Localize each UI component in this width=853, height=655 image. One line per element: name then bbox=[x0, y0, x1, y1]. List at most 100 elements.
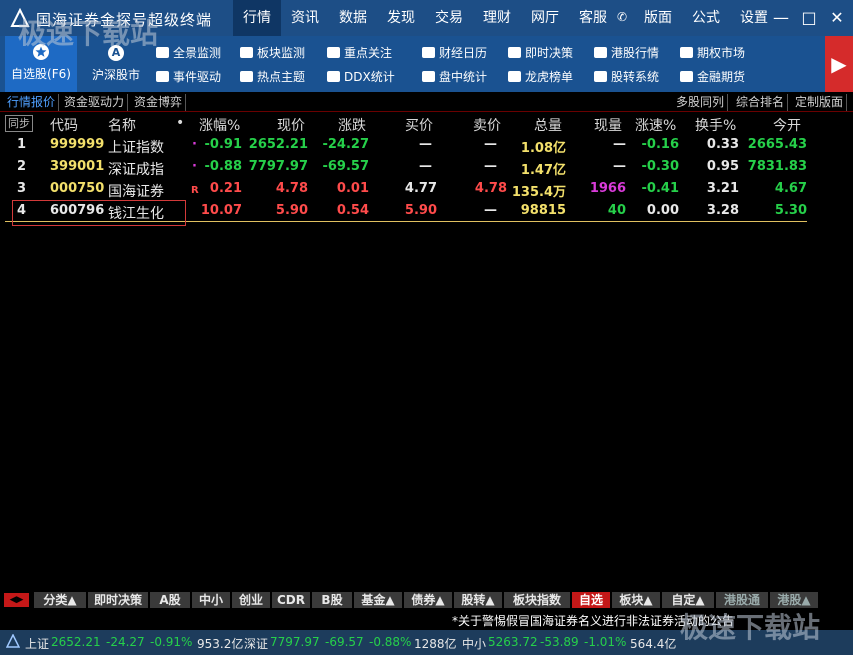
ask-price: 4.78 bbox=[474, 181, 507, 196]
menu-service[interactable]: 客服 bbox=[569, 0, 617, 36]
btab-neeq[interactable]: 股转▲ bbox=[454, 592, 502, 608]
btab-instant-decision[interactable]: 即时决策 bbox=[88, 592, 148, 608]
tab-capital-drive[interactable]: 资金驱动力 bbox=[61, 94, 129, 111]
neeq-system-button[interactable]: 股转系统 bbox=[594, 67, 659, 87]
hk-quotes-button[interactable]: 港股行情 bbox=[594, 43, 659, 63]
panorama-monitor-button[interactable]: 全景监测 bbox=[156, 43, 221, 63]
header-open[interactable]: 今开 bbox=[773, 115, 801, 135]
open-price: 7831.83 bbox=[747, 159, 807, 174]
sme-index-change: -53.89 bbox=[540, 635, 579, 649]
menu-news[interactable]: 资讯 bbox=[281, 0, 329, 36]
header-speed[interactable]: 涨速% bbox=[635, 115, 676, 135]
header-name[interactable]: 名称 bbox=[108, 115, 136, 135]
open-price: 5.30 bbox=[774, 203, 807, 218]
tab-multi-stock[interactable]: 多股同列 bbox=[673, 94, 729, 111]
btab-bond[interactable]: 债券▲ bbox=[404, 592, 452, 608]
finance-calendar-button[interactable]: 财经日历 bbox=[422, 43, 487, 63]
btab-sme[interactable]: 中小 bbox=[192, 592, 230, 608]
financial-futures-button[interactable]: 金融期货 bbox=[680, 67, 745, 87]
sz-index-pct: -0.88% bbox=[369, 635, 412, 649]
volume: 1.08亿 bbox=[520, 141, 566, 156]
event-driven-button[interactable]: 事件驱动 bbox=[156, 67, 221, 87]
btab-sector-index[interactable]: 板块指数 bbox=[504, 592, 570, 608]
event-driven-label: 事件驱动 bbox=[173, 70, 222, 84]
turnover: 3.28 bbox=[706, 203, 739, 218]
btab-cdr[interactable]: CDR bbox=[272, 592, 310, 608]
header-turnover[interactable]: 换手% bbox=[695, 115, 736, 135]
intraday-stats-button[interactable]: 盘中统计 bbox=[422, 67, 487, 87]
phone-icon[interactable]: ✆ bbox=[617, 10, 631, 24]
header-price[interactable]: 现价 bbox=[277, 115, 305, 135]
turnover: 0.95 bbox=[706, 159, 739, 174]
table-row[interactable]: 3 000750 国海证券 R 0.21 4.78 0.01 4.77 4.78… bbox=[0, 179, 853, 201]
price: 2652.21 bbox=[248, 137, 308, 152]
key-focus-button[interactable]: 重点关注 bbox=[327, 43, 392, 63]
sector-monitor-button[interactable]: 板块监测 bbox=[240, 43, 305, 63]
header-bid[interactable]: 买价 bbox=[405, 115, 433, 135]
options-market-button[interactable]: 期权市场 bbox=[680, 43, 745, 63]
sh-sz-market-label: 沪深股市 bbox=[91, 68, 140, 82]
open-price: 2665.43 bbox=[747, 137, 807, 152]
menu-market[interactable]: 行情 bbox=[233, 0, 281, 36]
menu-trade[interactable]: 交易 bbox=[425, 0, 473, 36]
tab-scroll-arrows-icon[interactable]: ◀▶ bbox=[4, 593, 29, 607]
speed: -0.30 bbox=[641, 159, 679, 174]
minimize-button[interactable]: — bbox=[767, 0, 795, 36]
header-code[interactable]: 代码 bbox=[50, 115, 78, 135]
turnover: 0.33 bbox=[706, 137, 739, 152]
change-pct: -0.88 bbox=[204, 159, 242, 174]
sync-button[interactable]: 同步 bbox=[5, 115, 33, 132]
header-current-vol[interactable]: 现量 bbox=[594, 115, 622, 135]
ask-price: — bbox=[484, 137, 497, 152]
ask-price: — bbox=[484, 159, 497, 174]
price: 7797.97 bbox=[248, 159, 308, 174]
header-change[interactable]: 涨跌 bbox=[338, 115, 366, 135]
options-market-label: 期权市场 bbox=[697, 46, 746, 60]
close-button[interactable]: ✕ bbox=[823, 0, 851, 36]
change: -24.27 bbox=[322, 137, 369, 152]
sh-index-pct: -0.91% bbox=[150, 635, 193, 649]
row-index: 3 bbox=[17, 181, 27, 196]
btab-watchlist[interactable]: 自选 bbox=[572, 592, 610, 608]
header-ask[interactable]: 卖价 bbox=[473, 115, 501, 135]
tab-custom-layout[interactable]: 定制版面 bbox=[792, 94, 848, 111]
menu-layout[interactable]: 版面 bbox=[634, 0, 682, 36]
favorites-label: 自选股(F6) bbox=[11, 67, 71, 81]
btab-chinext[interactable]: 创业 bbox=[232, 592, 270, 608]
quote-table-header: 同步 代码 名称 • 涨幅% 现价 涨跌 买价 卖价 总量 现量 涨速% 换手%… bbox=[0, 113, 853, 135]
menu-finance[interactable]: 理财 bbox=[473, 0, 521, 36]
btab-b-share[interactable]: B股 bbox=[312, 592, 352, 608]
tab-quotes[interactable]: 行情报价 bbox=[4, 94, 60, 111]
instant-decision-button[interactable]: 即时决策 bbox=[508, 43, 573, 63]
menu-online-hall[interactable]: 网厅 bbox=[521, 0, 569, 36]
header-volume[interactable]: 总量 bbox=[534, 115, 562, 135]
stock-name: 上证指数 bbox=[108, 140, 164, 156]
sme-index-pct: -1.01% bbox=[584, 635, 627, 649]
hot-topics-button[interactable]: 热点主题 bbox=[240, 67, 305, 87]
btab-fund[interactable]: 基金▲ bbox=[354, 592, 402, 608]
connection-icon[interactable] bbox=[6, 634, 20, 648]
ddx-stats-button[interactable]: DDX统计 bbox=[327, 67, 395, 87]
sector-monitor-label: 板块监测 bbox=[257, 46, 306, 60]
header-flag[interactable]: • bbox=[176, 115, 184, 131]
menu-data[interactable]: 数据 bbox=[329, 0, 377, 36]
btab-category[interactable]: 分类▲ bbox=[34, 592, 86, 608]
btab-sector[interactable]: 板块▲ bbox=[612, 592, 660, 608]
table-row[interactable]: 1 999999 上证指数 · -0.91 2652.21 -24.27 — —… bbox=[0, 135, 853, 157]
tab-capital-game[interactable]: 资金博弈 bbox=[131, 94, 187, 111]
header-change-pct[interactable]: 涨幅% bbox=[199, 115, 240, 135]
tab-ranking[interactable]: 综合排名 bbox=[733, 94, 789, 111]
toolbar-expand-button[interactable]: ▶ bbox=[825, 36, 853, 92]
main-menu-right: 版面 公式 设置 bbox=[634, 0, 778, 36]
volume: 135.4万 bbox=[511, 185, 566, 200]
menu-discover[interactable]: 发现 bbox=[377, 0, 425, 36]
sh-index-label: 上证 bbox=[25, 637, 50, 651]
table-row[interactable]: 2 399001 深证成指 · -0.88 7797.97 -69.57 — —… bbox=[0, 157, 853, 179]
btab-a-share[interactable]: A股 bbox=[150, 592, 190, 608]
stats-icon bbox=[422, 71, 435, 82]
stock-flag: · bbox=[192, 159, 197, 174]
menu-formula[interactable]: 公式 bbox=[682, 0, 730, 36]
maximize-button[interactable]: □ bbox=[795, 0, 823, 36]
dragon-tiger-list-button[interactable]: 龙虎榜单 bbox=[508, 67, 573, 87]
finance-calendar-label: 财经日历 bbox=[439, 46, 488, 60]
